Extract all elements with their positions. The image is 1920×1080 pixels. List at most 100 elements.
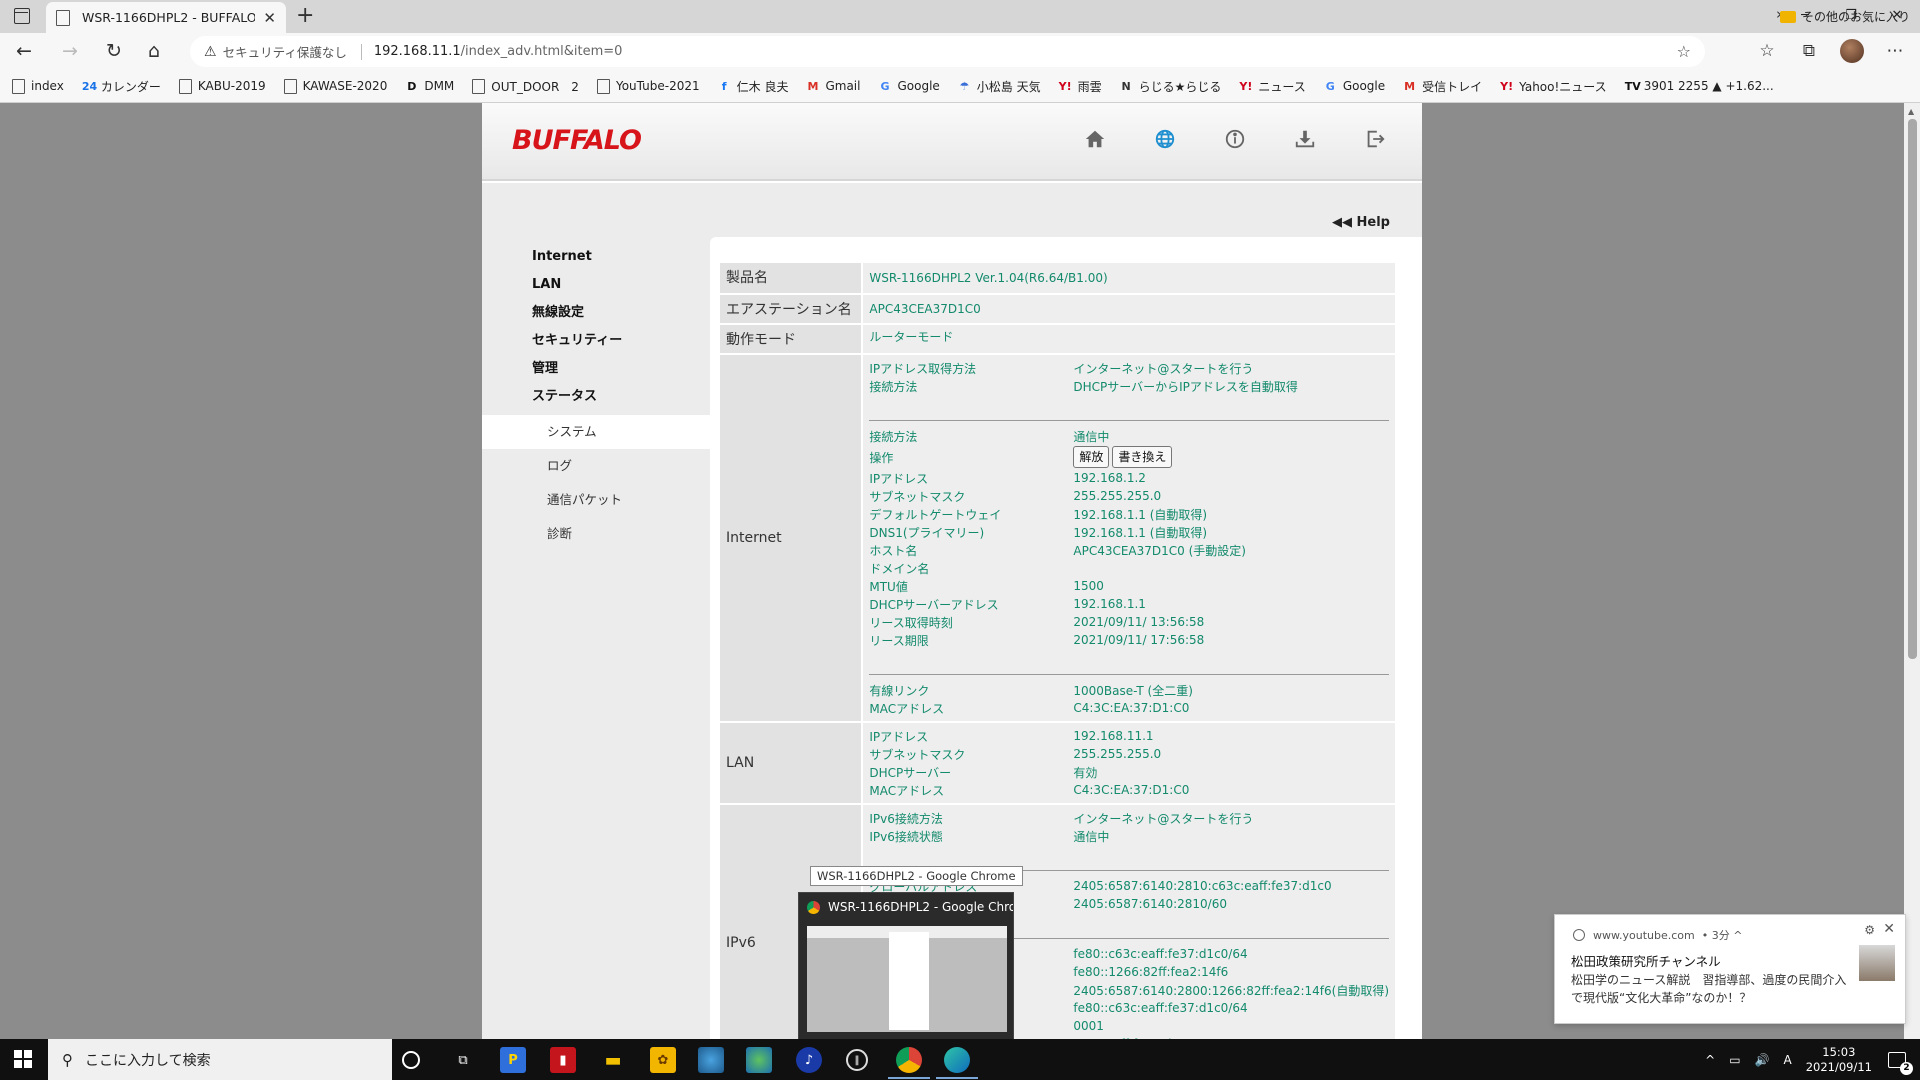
bookmark-item[interactable]: M 受信トレイ [1403,78,1482,95]
table-row: 動作モード ルーターモード [720,324,1395,355]
download-icon[interactable] [1293,127,1317,151]
menu-item[interactable]: セキュリティー [482,327,710,355]
cortana-icon[interactable] [402,1051,420,1069]
favorites-icon[interactable]: ☆ [1756,41,1778,61]
bookmark-item[interactable]: index [12,78,64,94]
chart-app-icon[interactable]: ▮ [550,1047,576,1073]
submenu-item[interactable]: ログ [482,449,710,483]
ime-indicator[interactable]: A [1783,1053,1791,1067]
preview-thumbnail[interactable] [807,926,1007,1032]
menu-item[interactable]: Internet [482,243,710,271]
address-bar[interactable]: ⚠ セキュリティ保護なし 192.168.11.1/index_adv.html… [190,36,1705,67]
task-view-icon[interactable]: ⧉ [450,1047,476,1073]
file-explorer-icon[interactable]: ▬ [600,1047,626,1073]
field-value: 通信中 [1073,429,1110,444]
forward-icon[interactable]: → [62,39,78,63]
bookmark-item[interactable]: 24 カレンダー [82,78,161,95]
field-value: 有効 [1073,765,1098,780]
close-icon[interactable]: ✕ [1883,921,1895,937]
collections-icon[interactable]: ⧉ [1798,41,1820,61]
windows-start-icon[interactable] [14,1050,32,1068]
field-value: 255.255.255.0 [1073,489,1162,503]
gear-icon[interactable]: ⚙ [1864,923,1875,937]
taskbar-search-input[interactable]: ⚲ ここに入力して検索 [48,1039,392,1080]
warning-icon[interactable]: ⚠ [204,44,217,60]
network-app-icon[interactable] [746,1047,772,1073]
globe-app-icon[interactable] [698,1047,724,1073]
mode-label: 動作モード [720,324,864,355]
submenu-item[interactable]: システム [482,415,710,449]
bookmark-item[interactable]: G Google [1324,79,1385,94]
reload-icon[interactable]: ↻ [106,39,122,63]
scrollbar-thumb[interactable] [1908,119,1917,659]
tab-actions-icon[interactable] [14,8,30,24]
back-icon[interactable]: ← [16,39,32,63]
bookmark-item[interactable]: ☂ 小松島 天気 [958,78,1041,95]
bookmark-item[interactable]: KAWASE-2020 [283,78,387,94]
bookmark-item[interactable]: N らじる★らじる [1120,78,1222,95]
network-icon[interactable]: ▭ [1729,1053,1740,1067]
dmm-icon: D [407,79,417,93]
release-button[interactable]: 解放 [1073,446,1110,468]
avatar[interactable] [1840,39,1864,63]
page-icon [178,78,192,94]
lan-label: LAN [720,722,864,805]
volume-icon[interactable]: 🔊 [1755,1053,1770,1067]
bookmark-item[interactable]: G Google [878,79,939,94]
bookmark-item[interactable]: Y! 雨雲 [1059,78,1102,95]
clock[interactable]: 15:03 2021/09/11 [1806,1045,1872,1075]
menu-item[interactable]: ステータス [482,383,710,411]
audio-app-icon[interactable]: ‖ [846,1049,868,1071]
bookmark-item[interactable]: OUT_DOOR 2 [472,78,579,95]
chevron-up-icon[interactable]: ^ [1705,1053,1715,1067]
bookmark-item[interactable]: f 仁木 良夫 [718,78,789,95]
security-label[interactable]: セキュリティ保護なし [223,42,347,61]
submenu-item[interactable]: 通信パケット [482,483,710,517]
other-bookmarks[interactable]: その他のお気に入り [1779,8,1910,25]
field-key: DHCPサーバー [869,765,952,780]
submenu-item[interactable]: 診断 [482,517,710,551]
page-icon [12,78,25,94]
bookmark-item[interactable]: YouTube-2021 [596,78,700,94]
notification-toast[interactable]: www.youtube.com • 3分 ^ ⚙ ✕ 松田政策研究所チャンネル … [1554,914,1906,1024]
vertical-scrollbar[interactable]: ▲ [1904,103,1920,1039]
add-favorite-icon[interactable]: ☆ [1677,42,1691,61]
globe-icon[interactable] [1153,127,1177,151]
new-tab-button[interactable]: + [296,3,314,29]
menu-item[interactable]: LAN [482,271,710,299]
sunflower-app-icon[interactable]: ✿ [650,1047,676,1073]
nhk-icon: N [1121,79,1131,93]
close-tab-icon[interactable]: ✕ [263,9,276,27]
bookmark-item[interactable]: D DMM [405,79,454,94]
logout-icon[interactable] [1363,127,1387,151]
field-value: インターネット@スタートを行う [1073,811,1254,826]
menu-item[interactable]: 管理 [482,355,710,383]
chrome-taskbar-icon[interactable] [888,1047,930,1079]
scroll-up-icon[interactable]: ▲ [1908,107,1914,116]
field-key: 操作 [869,450,894,465]
bookmark-item[interactable]: KABU-2019 [178,78,266,94]
bookmark-item[interactable]: TV 3901 2255 ▲ +1.62... [1625,79,1774,94]
field-value: 2021/09/11/ 17:56:58 [1073,633,1205,647]
menu-item[interactable]: 無線設定 [482,299,710,327]
bookmark-item[interactable]: M Gmail [806,79,860,94]
bookmark-label: 小松島 天気 [976,79,1041,94]
info-icon[interactable] [1223,127,1247,151]
radio-app-icon[interactable]: ♪ [796,1047,822,1073]
bookmark-label: 仁木 良夫 [736,79,789,94]
help-link[interactable]: ◀◀ Help [1332,215,1390,230]
bookmark-label: Google [1342,79,1386,93]
action-center-icon[interactable]: 2 [1888,1051,1913,1075]
taskbar-preview[interactable]: WSR-1166DHPL2 - Google Chro... [798,892,1014,1041]
app-p-icon[interactable]: P [500,1047,526,1073]
home-icon[interactable]: ⌂ [148,39,160,63]
list-item: IPv6接続状態 通信中 [869,827,1389,845]
bookmark-item[interactable]: Y! Yahoo!ニュース [1500,78,1607,95]
bookmark-item[interactable]: Y! ニュース [1239,78,1305,95]
home-icon[interactable] [1083,127,1107,151]
browser-tab[interactable]: WSR-1166DHPL2 - BUFFALO AirStation ✕ [46,2,286,33]
edge-taskbar-icon[interactable] [936,1047,978,1079]
field-key: サブネットマスク [869,489,966,504]
renew-button[interactable]: 書き換え [1112,446,1173,468]
more-menu-icon[interactable]: ⋯ [1884,41,1906,61]
